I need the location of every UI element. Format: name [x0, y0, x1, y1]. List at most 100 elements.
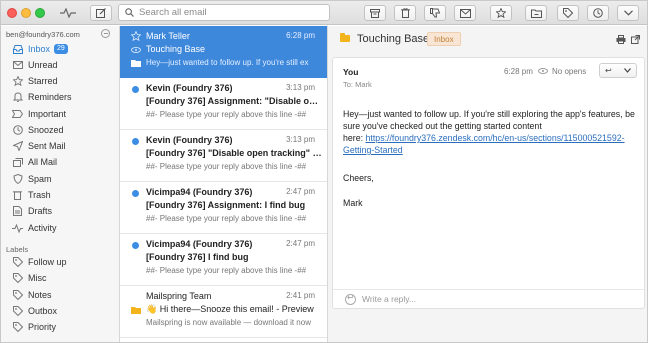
- sidebar-item-sent-mail[interactable]: Sent Mail: [1, 138, 119, 154]
- all-mail-icon: [12, 157, 23, 168]
- close-window-button[interactable]: [7, 8, 17, 18]
- body-paragraph: Cheers,: [343, 173, 374, 183]
- minimize-window-button[interactable]: [21, 8, 31, 18]
- message-snippet: Mailspring is now available — download i…: [146, 318, 311, 327]
- mark-read-button[interactable]: [454, 5, 476, 21]
- sidebar-item-label: Notes: [28, 290, 52, 300]
- message-subject: 👋 Hi there—Snooze this email! - Preview: [146, 304, 314, 314]
- sidebar-item-snoozed[interactable]: Snoozed: [1, 122, 119, 138]
- account-options-icon[interactable]: [101, 29, 110, 38]
- list-item[interactable]: Mark Teller 6:28 pm Touching Base Hey—ju…: [120, 26, 327, 78]
- pop-out-icon[interactable]: [630, 35, 640, 44]
- sidebar-item-follow-up[interactable]: Follow up: [1, 254, 119, 270]
- unread-dot-icon: [132, 190, 139, 197]
- mail-window: ben@foundry376.com Inbox 29 Unread Starr…: [0, 0, 648, 343]
- message-snippet: ##- Please type your reply above this li…: [146, 110, 307, 119]
- sidebar-item-label: All Mail: [28, 157, 58, 167]
- sidebar-item-spam[interactable]: Spam: [1, 171, 119, 187]
- message-subject: [Foundry 376] Assignment: I find bug: [146, 200, 306, 210]
- message-sender: Kevin (Foundry 376): [146, 83, 233, 93]
- more-button[interactable]: [617, 5, 639, 21]
- move-to-folder-button[interactable]: [525, 5, 547, 21]
- list-item[interactable]: Kevin (Foundry 376) 3:13 pm [Foundry 376…: [120, 78, 327, 130]
- list-item[interactable]: Vicimpa94 (Foundry 376) 2:47 pm [Foundry…: [120, 234, 327, 286]
- label-icon: [563, 8, 573, 18]
- message-list: Mark Teller 6:28 pm Touching Base Hey—ju…: [120, 26, 328, 342]
- compose-button[interactable]: [90, 5, 112, 21]
- sidebar-item-inbox[interactable]: Inbox 29: [1, 41, 119, 57]
- message-card: You To: Mark 6:28 pm No opens ↩ Hey—just…: [332, 57, 645, 309]
- folder-chip[interactable]: Inbox: [427, 32, 461, 46]
- search-icon: [125, 8, 134, 17]
- message-time: 3:13 pm: [286, 83, 315, 92]
- sidebar-item-trash[interactable]: Trash: [1, 187, 119, 203]
- folder-icon: [131, 59, 141, 68]
- message-subject: [Foundry 376] Assignment: "Disable open …: [146, 96, 322, 106]
- message-time: 6:28 pm: [504, 67, 533, 76]
- chevron-down-icon: [623, 10, 633, 16]
- list-item[interactable]: Kevin (Foundry 376) 3:13 pm [Foundry 376…: [120, 130, 327, 182]
- sidebar-item-misc[interactable]: Misc: [1, 270, 119, 286]
- unread-dot-icon: [132, 86, 139, 93]
- move-to-folder-icon: [530, 9, 542, 18]
- list-item[interactable]: Vicimpa94 (Foundry 376) 2:47 pm [Foundry…: [120, 182, 327, 234]
- sidebar-item-label: Spam: [28, 174, 52, 184]
- snooze-button[interactable]: [587, 5, 609, 21]
- sidebar-item-label: Trash: [28, 190, 51, 200]
- sidebar-item-all-mail[interactable]: All Mail: [1, 154, 119, 170]
- sidebar-item-unread[interactable]: Unread: [1, 57, 119, 73]
- not-important-button[interactable]: [424, 5, 446, 21]
- message-subject: [Foundry 376] I find bug: [146, 252, 249, 262]
- message-snippet: Hey—just wanted to follow up. If you're …: [146, 58, 309, 67]
- account-email: ben@foundry376.com: [6, 30, 80, 39]
- sidebar-item-label: Important: [28, 109, 67, 119]
- tag-icon: [12, 306, 23, 317]
- activity-icon[interactable]: [56, 5, 80, 21]
- compose-icon: [96, 8, 106, 18]
- archive-button[interactable]: [364, 5, 386, 21]
- trash-button[interactable]: [394, 5, 416, 21]
- reply-box[interactable]: Write a reply...: [333, 289, 644, 309]
- list-item[interactable]: Mailspring Team 2:41 pm 👋 Hi there—Snooz…: [120, 286, 327, 338]
- sidebar-item-outbox[interactable]: Outbox: [1, 303, 119, 319]
- search-input[interactable]: [139, 7, 319, 18]
- archive-icon: [370, 8, 380, 18]
- message-body: Hey—just wanted to follow up. If you're …: [343, 108, 639, 156]
- message-snippet: ##- Please type your reply above this li…: [146, 214, 307, 223]
- message-sender: Mark Teller: [146, 31, 190, 41]
- message-sender: Vicimpa94 (Foundry 376): [146, 187, 253, 197]
- reply-button[interactable]: ↩: [599, 63, 637, 78]
- body-paragraph: Mark: [343, 198, 363, 208]
- body-text: here:: [343, 133, 364, 143]
- tag-icon: [12, 322, 23, 333]
- star-button[interactable]: [490, 5, 512, 21]
- reply-placeholder: Write a reply...: [362, 294, 417, 304]
- sidebar-item-priority[interactable]: Priority: [1, 319, 119, 335]
- important-icon: [12, 109, 23, 120]
- search-bar[interactable]: [118, 4, 330, 21]
- thread-subject: Touching Base: [357, 33, 430, 45]
- sidebar-item-important[interactable]: Important: [1, 106, 119, 122]
- folder-icon: [340, 33, 350, 42]
- sidebar-item-notes[interactable]: Notes: [1, 287, 119, 303]
- zoom-window-button[interactable]: [35, 8, 45, 18]
- sidebar-item-activity[interactable]: Activity: [1, 220, 119, 236]
- getting-started-link[interactable]: https://foundry376.zendesk.com/hc/en-us/…: [343, 133, 625, 155]
- sidebar-item-label: Follow up: [28, 257, 67, 267]
- message-time: 2:47 pm: [286, 239, 315, 248]
- star-icon: [12, 76, 23, 87]
- label-button[interactable]: [557, 5, 579, 21]
- star-icon[interactable]: [131, 30, 141, 41]
- print-icon[interactable]: [616, 35, 626, 44]
- tag-icon: [12, 290, 23, 301]
- sidebar-item-label: Reminders: [28, 92, 72, 102]
- message-time: 6:28 pm: [286, 31, 315, 40]
- sidebar-item-label: Sent Mail: [28, 141, 66, 151]
- sidebar-item-reminders[interactable]: Reminders: [1, 89, 119, 105]
- trash-icon: [12, 190, 23, 201]
- sidebar-item-label: Outbox: [28, 306, 58, 316]
- sidebar-item-label: Activity: [28, 223, 57, 233]
- sidebar-item-starred[interactable]: Starred: [1, 73, 119, 89]
- sidebar-item-drafts[interactable]: Drafts: [1, 203, 119, 219]
- reading-pane: Touching Base Inbox You To: Mark 6:28 pm…: [328, 26, 647, 342]
